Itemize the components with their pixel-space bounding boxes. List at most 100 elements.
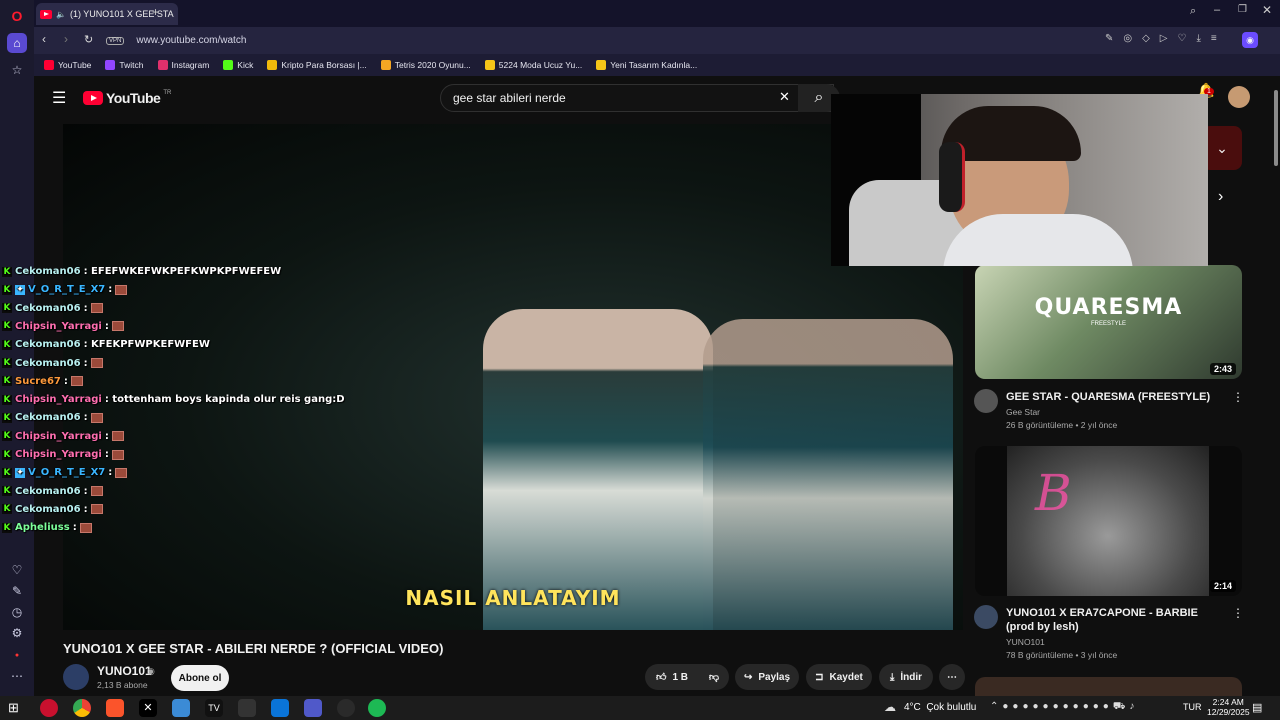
bookmark-crypto[interactable]: Kripto Para Borsası |...: [267, 60, 367, 70]
share-icon: ↪: [743, 671, 753, 683]
recommendation-channel-1[interactable]: Gee Star: [1006, 407, 1040, 417]
channel-avatar[interactable]: [974, 605, 998, 629]
chat-message: K Chipsin_Yarragi: tottenham boys kapinda…: [2, 394, 345, 405]
recommendation-channel-2[interactable]: YUNO101: [1006, 637, 1045, 647]
performer-left: [483, 309, 713, 630]
more-actions-button[interactable]: ⋯: [939, 664, 965, 690]
address-bar-tools[interactable]: ✎◎◇▷♡⤓≡: [1105, 33, 1227, 44]
opera-logo-icon[interactable]: O: [7, 6, 27, 26]
recommendation-thumbnail-3[interactable]: [975, 677, 1242, 696]
bookmark-tetris[interactable]: Tetris 2020 Oyunu...: [380, 60, 471, 70]
heart-icon[interactable]: ♡: [7, 560, 27, 580]
restore-button[interactable]: ❐: [1238, 4, 1247, 15]
chat-username: V_O_R_T_E_X7: [28, 284, 106, 296]
more-options-icon[interactable]: ⋮: [1232, 606, 1244, 620]
bookmark-tasarim[interactable]: Yeni Tasarım Kadınla...: [596, 60, 697, 70]
download-button[interactable]: ⤓ İndir: [879, 664, 933, 690]
subscribe-button[interactable]: Abone ol: [171, 665, 229, 691]
notification-center-icon[interactable]: ▤: [1252, 701, 1262, 714]
chat-message: K Cekoman06: EFEFWKEFWKPEFKWPKPFWEFEW: [2, 266, 281, 277]
speaker-icon[interactable]: 🔈: [56, 10, 66, 19]
recommendation-thumbnail-1[interactable]: QUARESMA FREESTYLE 2:43: [975, 265, 1242, 379]
more-options-icon[interactable]: ⋮: [1232, 390, 1244, 404]
kick-icon: K: [2, 358, 12, 368]
new-tab-button[interactable]: +: [152, 5, 159, 19]
search-tabs-icon[interactable]: ⌕: [1190, 5, 1196, 18]
bookmark-twitch[interactable]: Twitch: [105, 60, 144, 70]
close-window-button[interactable]: ✕: [1262, 3, 1272, 17]
forward-icon[interactable]: ›: [64, 32, 68, 46]
language-indicator[interactable]: TUR: [1183, 702, 1202, 712]
bookmark-youtube[interactable]: YouTube: [44, 60, 91, 70]
video-title: YUNO101 X GEE STAR - ABILERI NERDE ? (OF…: [63, 641, 444, 656]
kick-icon: K: [2, 522, 12, 533]
recommendation-title-1[interactable]: GEE STAR - QUARESMA (FREESTYLE): [1006, 390, 1226, 404]
scrollbar[interactable]: [1272, 76, 1280, 696]
kick-icon: K: [2, 504, 12, 515]
settings-icon[interactable]: ⚙: [7, 623, 27, 643]
windows-start-icon[interactable]: ⊞: [8, 700, 19, 716]
emote-icon: [90, 358, 103, 368]
recommendation-title-2[interactable]: YUNO101 X ERA7CAPONE - BARBIE (prod by l…: [1006, 606, 1226, 634]
record-icon[interactable]: ●: [7, 645, 27, 665]
youtube-logo[interactable]: YouTube TR: [83, 90, 171, 106]
opera-taskbar-icon[interactable]: [40, 699, 58, 717]
clear-search-icon[interactable]: ✕: [779, 89, 790, 105]
more-icon[interactable]: ⋯: [7, 666, 27, 686]
emote-icon: [90, 504, 103, 515]
chat-message: K Chipsin_Yarragi:: [2, 431, 124, 442]
menu-icon[interactable]: ☰: [52, 88, 66, 108]
chevron-down-icon[interactable]: ⌄: [1202, 126, 1242, 170]
kick-icon: K: [2, 284, 12, 295]
bookmark-instagram[interactable]: Instagram: [157, 60, 209, 70]
search-input[interactable]: gee star abileri nerde: [440, 84, 834, 112]
url-field[interactable]: VPN www.youtube.com/watch: [106, 31, 1256, 50]
reload-icon[interactable]: ↻: [84, 33, 93, 46]
kick-icon: K: [2, 339, 12, 350]
save-button[interactable]: ⊐ Kaydet: [806, 664, 872, 690]
obs-icon[interactable]: [337, 699, 355, 717]
channel-avatar[interactable]: [63, 664, 89, 690]
share-button[interactable]: ↪ Paylaş: [735, 664, 799, 690]
avatar[interactable]: [1228, 86, 1250, 108]
kick-icon: K: [2, 303, 12, 314]
vpn-badge[interactable]: VPN: [106, 36, 125, 45]
brave-icon[interactable]: [106, 699, 124, 717]
bookmark-moda[interactable]: 5224 Moda Ucuz Yu...: [484, 60, 582, 70]
spotify-icon[interactable]: [368, 699, 386, 717]
profile-icon[interactable]: ◉: [1242, 32, 1258, 48]
bookmark-kick[interactable]: Kick: [223, 60, 253, 70]
minimize-button[interactable]: –: [1214, 4, 1220, 16]
chat-text: :: [63, 375, 68, 387]
chat-username: Cekoman06: [15, 412, 81, 424]
scrollbar-thumb[interactable]: [1274, 90, 1278, 166]
chat-text: :: [108, 284, 113, 296]
channel-avatar[interactable]: [974, 389, 998, 413]
app-icon[interactable]: [172, 699, 190, 717]
barbie-logo-icon: B: [1035, 464, 1072, 522]
clock[interactable]: 2:24 AM 12/29/2025: [1207, 697, 1250, 717]
weather-icon[interactable]: ☁: [884, 700, 896, 714]
clock-date: 12/29/2025: [1207, 707, 1250, 717]
capcut-icon[interactable]: [238, 699, 256, 717]
home-icon[interactable]: ⌂: [7, 33, 27, 53]
dislike-button[interactable]: 👎︎: [699, 664, 729, 690]
recommendation-thumbnail-2[interactable]: B 2:14: [975, 446, 1242, 596]
store-icon[interactable]: [271, 699, 289, 717]
chat-text: :: [83, 302, 88, 314]
channel-name[interactable]: YUNO101: [97, 664, 152, 678]
star-icon[interactable]: ☆: [7, 60, 27, 80]
back-icon[interactable]: ‹: [42, 32, 46, 46]
x-icon[interactable]: ✕: [139, 699, 157, 717]
youtube-favicon-icon: [40, 9, 52, 19]
tray-icons[interactable]: ⌃●●●●●●●●●●●⛟♪: [990, 701, 1138, 714]
teams-icon[interactable]: [304, 699, 322, 717]
like-button[interactable]: 👍︎ 1 B: [645, 664, 699, 690]
weather-text[interactable]: 4°C Çok bulutlu: [904, 702, 976, 713]
tradingview-icon[interactable]: TV: [205, 699, 223, 717]
chat-text: :: [108, 467, 113, 479]
history-icon[interactable]: ◷: [7, 602, 27, 622]
chevron-right-icon[interactable]: ›: [1218, 188, 1223, 206]
chrome-icon[interactable]: [73, 699, 91, 717]
pin-icon[interactable]: ✎: [7, 581, 27, 601]
